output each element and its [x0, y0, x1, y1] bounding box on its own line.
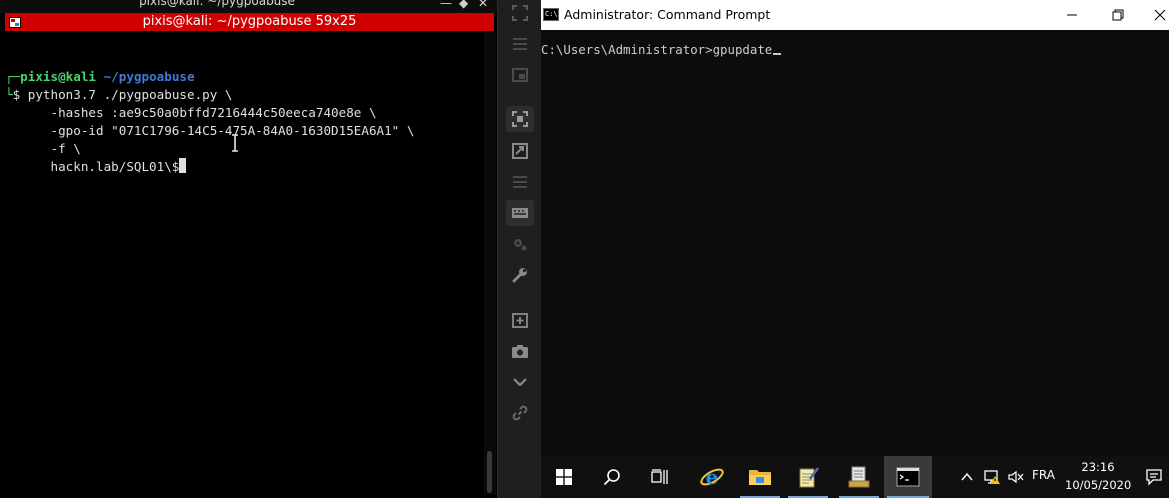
volume-button[interactable] [1005, 456, 1027, 498]
terminal-cursor [179, 158, 187, 173]
collapse-button[interactable] [506, 369, 534, 395]
clock-date[interactable]: 10/05/2020 [1065, 478, 1131, 492]
volume-muted-icon [1008, 470, 1024, 484]
fullscreen-button[interactable] [506, 0, 534, 26]
command-line-1: └$ python3.7 ./pygpoabuse.py \ [5, 86, 232, 104]
link-icon [512, 405, 528, 421]
keyboard-button[interactable] [506, 200, 534, 226]
kali-window-title: pixis@kali: ~/pygpoabuse 59x25 [142, 14, 357, 29]
taskbar-internet-explorer[interactable]: e [689, 456, 735, 498]
prompt-user: pixis@kali [20, 69, 96, 84]
prompt-corner-icon: ┌─ [5, 69, 21, 84]
search-button[interactable] [589, 456, 635, 498]
cmd-console[interactable]: C:\Users\Administrator>gpupdate [541, 30, 1169, 456]
tools-button[interactable] [506, 262, 534, 288]
connection-button[interactable] [506, 400, 534, 426]
folder-icon [749, 470, 771, 485]
taskbar-notepad[interactable] [785, 456, 831, 498]
camera-icon [512, 345, 528, 358]
keyboard-icon [512, 208, 528, 218]
hamburger-icon [513, 38, 527, 50]
kali-top-title: pixis@kali: ~/pygpoabuse [139, 0, 295, 8]
command-text-last: hackn.lab/SQL01\$ [5, 159, 180, 174]
minimize-icon[interactable]: — [440, 0, 452, 10]
text-ibeam-cursor-icon [232, 134, 238, 152]
action-center-button[interactable] [1139, 456, 1169, 498]
fit-screen-icon [512, 111, 528, 127]
windows-desktop: C:\ Administrator: Command Prompt C:\Use… [541, 0, 1169, 498]
command-line-5: hackn.lab/SQL01\$ [5, 158, 187, 176]
command-line-3: -gpo-id "071C1796-14C5-475A-84A0-1630D15… [5, 123, 415, 138]
cmd-window-title: Administrator: Command Prompt [564, 7, 771, 22]
taskbar-file-explorer[interactable] [737, 456, 783, 498]
wrench-icon [512, 268, 527, 283]
kali-terminal-window: pixis@kali: ~/pygpoabuse — ◆ ✕ pixis@kal… [0, 0, 497, 498]
list-button[interactable] [506, 169, 534, 195]
kali-window-titlebar[interactable]: pixis@kali: ~/pygpoabuse 59x25 [5, 13, 494, 31]
new-window-button[interactable] [506, 307, 534, 333]
prompt-path: ~/pygpoabuse [103, 69, 195, 84]
chevron-up-icon [961, 472, 973, 481]
command-line-2: -hashes :ae9c50a0bffd7216444c50eeca740e8… [5, 105, 377, 120]
maximize-icon[interactable]: ◆ [459, 0, 468, 10]
expand-icon [512, 5, 528, 21]
command-line-4: -f \ [5, 141, 81, 156]
list-icon [513, 176, 527, 188]
scrollbar-thumb[interactable] [487, 451, 492, 493]
prompt-corner-bottom-icon: └ [5, 87, 13, 102]
cmd-cursor [773, 53, 782, 55]
command-prompt-icon [896, 467, 920, 487]
windows-taskbar: e FRA 23:16 10/05/2020 [541, 456, 1169, 498]
cmd-input-line: C:\Users\Administrator>gpupdate [541, 42, 782, 57]
network-status-button[interactable] [981, 456, 1003, 498]
menu-button[interactable] [506, 31, 534, 57]
window-button[interactable] [506, 62, 534, 88]
screenshot-button[interactable] [506, 338, 534, 364]
internet-explorer-icon: e [700, 465, 724, 489]
gears-icon [514, 239, 527, 251]
cmd-app-icon: C:\ [543, 8, 559, 21]
terminal-scrollbar[interactable] [484, 31, 496, 495]
side-toolbar [497, 0, 541, 498]
taskbar-command-prompt[interactable] [884, 456, 932, 498]
taskbar-server-manager[interactable] [836, 456, 882, 498]
kali-top-panel: pixis@kali: ~/pygpoabuse — ◆ ✕ [0, 0, 497, 13]
new-window-icon [512, 313, 528, 328]
cmd-titlebar[interactable]: C:\ Administrator: Command Prompt [541, 0, 1169, 30]
cmd-input: gpupdate [712, 42, 773, 57]
show-hidden-icons-button[interactable] [956, 456, 978, 498]
server-manager-icon [848, 466, 870, 488]
settings-button[interactable] [506, 231, 534, 257]
task-view-button[interactable] [637, 456, 683, 498]
command-text: $ python3.7 ./pygpoabuse.py \ [12, 87, 233, 102]
terminal-output[interactable]: ┌─pixis@kali ~/pygpoabuse └$ python3.7 .… [5, 31, 483, 495]
window-icon [512, 68, 528, 82]
svg-text:e: e [706, 465, 719, 489]
windows-logo-icon [556, 469, 572, 485]
clock-time[interactable]: 23:16 [1071, 460, 1125, 474]
scale-button[interactable] [506, 138, 534, 164]
cmd-prompt: C:\Users\Administrator> [541, 42, 713, 57]
cmd-minimize-button[interactable] [1049, 0, 1095, 30]
search-icon [603, 469, 620, 486]
fit-screen-button[interactable] [506, 106, 534, 132]
task-view-icon [651, 469, 668, 484]
start-button[interactable] [541, 456, 587, 498]
prompt-line: ┌─pixis@kali ~/pygpoabuse [5, 68, 195, 86]
cmd-restore-button[interactable] [1095, 0, 1141, 30]
network-warning-icon [984, 470, 1000, 484]
restore-icon [1112, 9, 1124, 21]
close-icon [1154, 9, 1166, 21]
chevron-down-icon [513, 378, 527, 387]
close-icon[interactable]: ✕ [478, 0, 488, 10]
scale-icon [512, 143, 528, 159]
cmd-close-button[interactable] [1137, 0, 1169, 30]
minimize-icon [1067, 14, 1077, 16]
notepad-icon [799, 467, 820, 488]
input-language-indicator[interactable]: FRA [1032, 468, 1055, 482]
notification-icon [1146, 469, 1162, 486]
